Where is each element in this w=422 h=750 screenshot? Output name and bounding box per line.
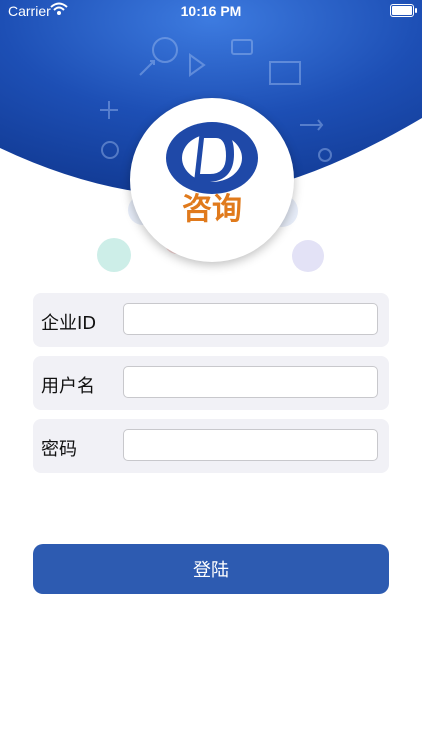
login-form: 企业ID 用户名 密码 — [33, 293, 389, 482]
username-input[interactable] — [123, 366, 378, 398]
decor-bubble — [292, 240, 324, 272]
clock-label: 10:16 PM — [180, 3, 242, 19]
decor-bubble — [97, 238, 131, 272]
company-id-label: 企业ID — [41, 313, 97, 334]
app-logo: 咨询 — [130, 98, 294, 262]
company-id-input[interactable] — [123, 303, 378, 335]
company-id-row: 企业ID — [33, 293, 389, 347]
status-bar: Carrier 10:16 PM — [0, 0, 422, 22]
password-row: 密码 — [33, 419, 389, 473]
password-input[interactable] — [123, 429, 378, 461]
username-row: 用户名 — [33, 356, 389, 410]
login-button[interactable]: 登陆 — [33, 544, 389, 594]
username-label: 用户名 — [41, 376, 95, 397]
logo-mark-icon — [166, 122, 258, 194]
battery-icon — [390, 4, 417, 17]
logo-caption: 咨询 — [182, 192, 242, 227]
password-label: 密码 — [41, 439, 77, 460]
